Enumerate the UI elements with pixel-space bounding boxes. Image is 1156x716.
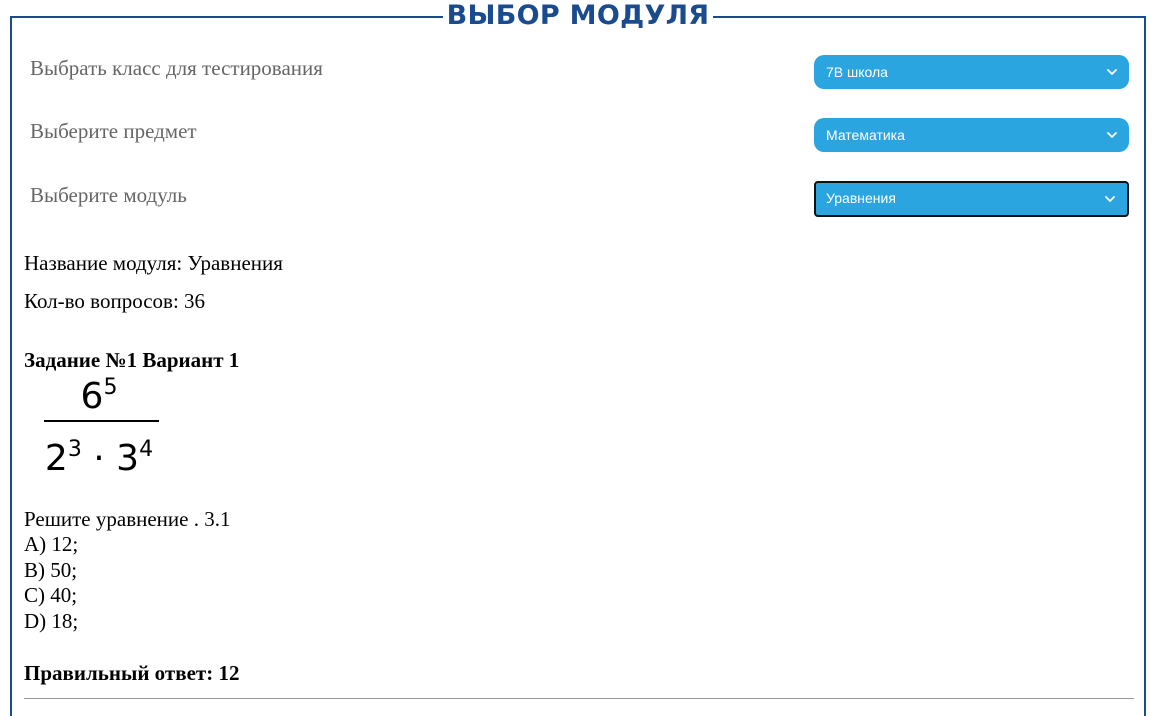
formula-fraction-bar xyxy=(44,420,159,422)
subject-select-value: Математика xyxy=(826,127,905,143)
task-formula-image: 65 23 · 34 xyxy=(40,366,170,479)
answer-option-d: D) 18; xyxy=(24,609,79,633)
module-select-value: Уравнения xyxy=(826,190,896,206)
formula-denominator: 23 · 34 xyxy=(44,437,154,479)
chevron-down-icon xyxy=(1105,196,1115,202)
class-select-label: Выбрать класс для тестирования xyxy=(30,56,323,80)
module-select-label: Выберите модуль xyxy=(30,183,187,207)
question-count: Кол-во вопросов: 36 xyxy=(24,289,206,313)
section-divider xyxy=(24,698,1134,699)
task-question: Решите уравнение . 3.1 xyxy=(24,507,231,531)
answer-option-c: C) 40; xyxy=(24,583,78,607)
answer-option-b: B) 50; xyxy=(24,558,78,582)
correct-answer: Правильный ответ: 12 xyxy=(24,661,240,685)
answer-option-a: A) 12; xyxy=(24,532,79,556)
class-select-value: 7В школа xyxy=(826,64,888,80)
subject-select-label: Выберите предмет xyxy=(30,119,197,143)
page-title: ВЫБОР МОДУЛЯ xyxy=(442,0,714,32)
chevron-down-icon xyxy=(1107,132,1117,138)
class-select[interactable]: 7В школа xyxy=(814,55,1129,89)
formula-numerator: 65 xyxy=(80,375,118,417)
module-name: Название модуля: Уравнения xyxy=(24,251,283,275)
module-selection-panel: ВЫБОР МОДУЛЯ Выбрать класс для тестирова… xyxy=(10,0,1146,716)
subject-select[interactable]: Математика xyxy=(814,118,1129,152)
chevron-down-icon xyxy=(1107,69,1117,75)
module-select[interactable]: Уравнения xyxy=(814,181,1129,217)
